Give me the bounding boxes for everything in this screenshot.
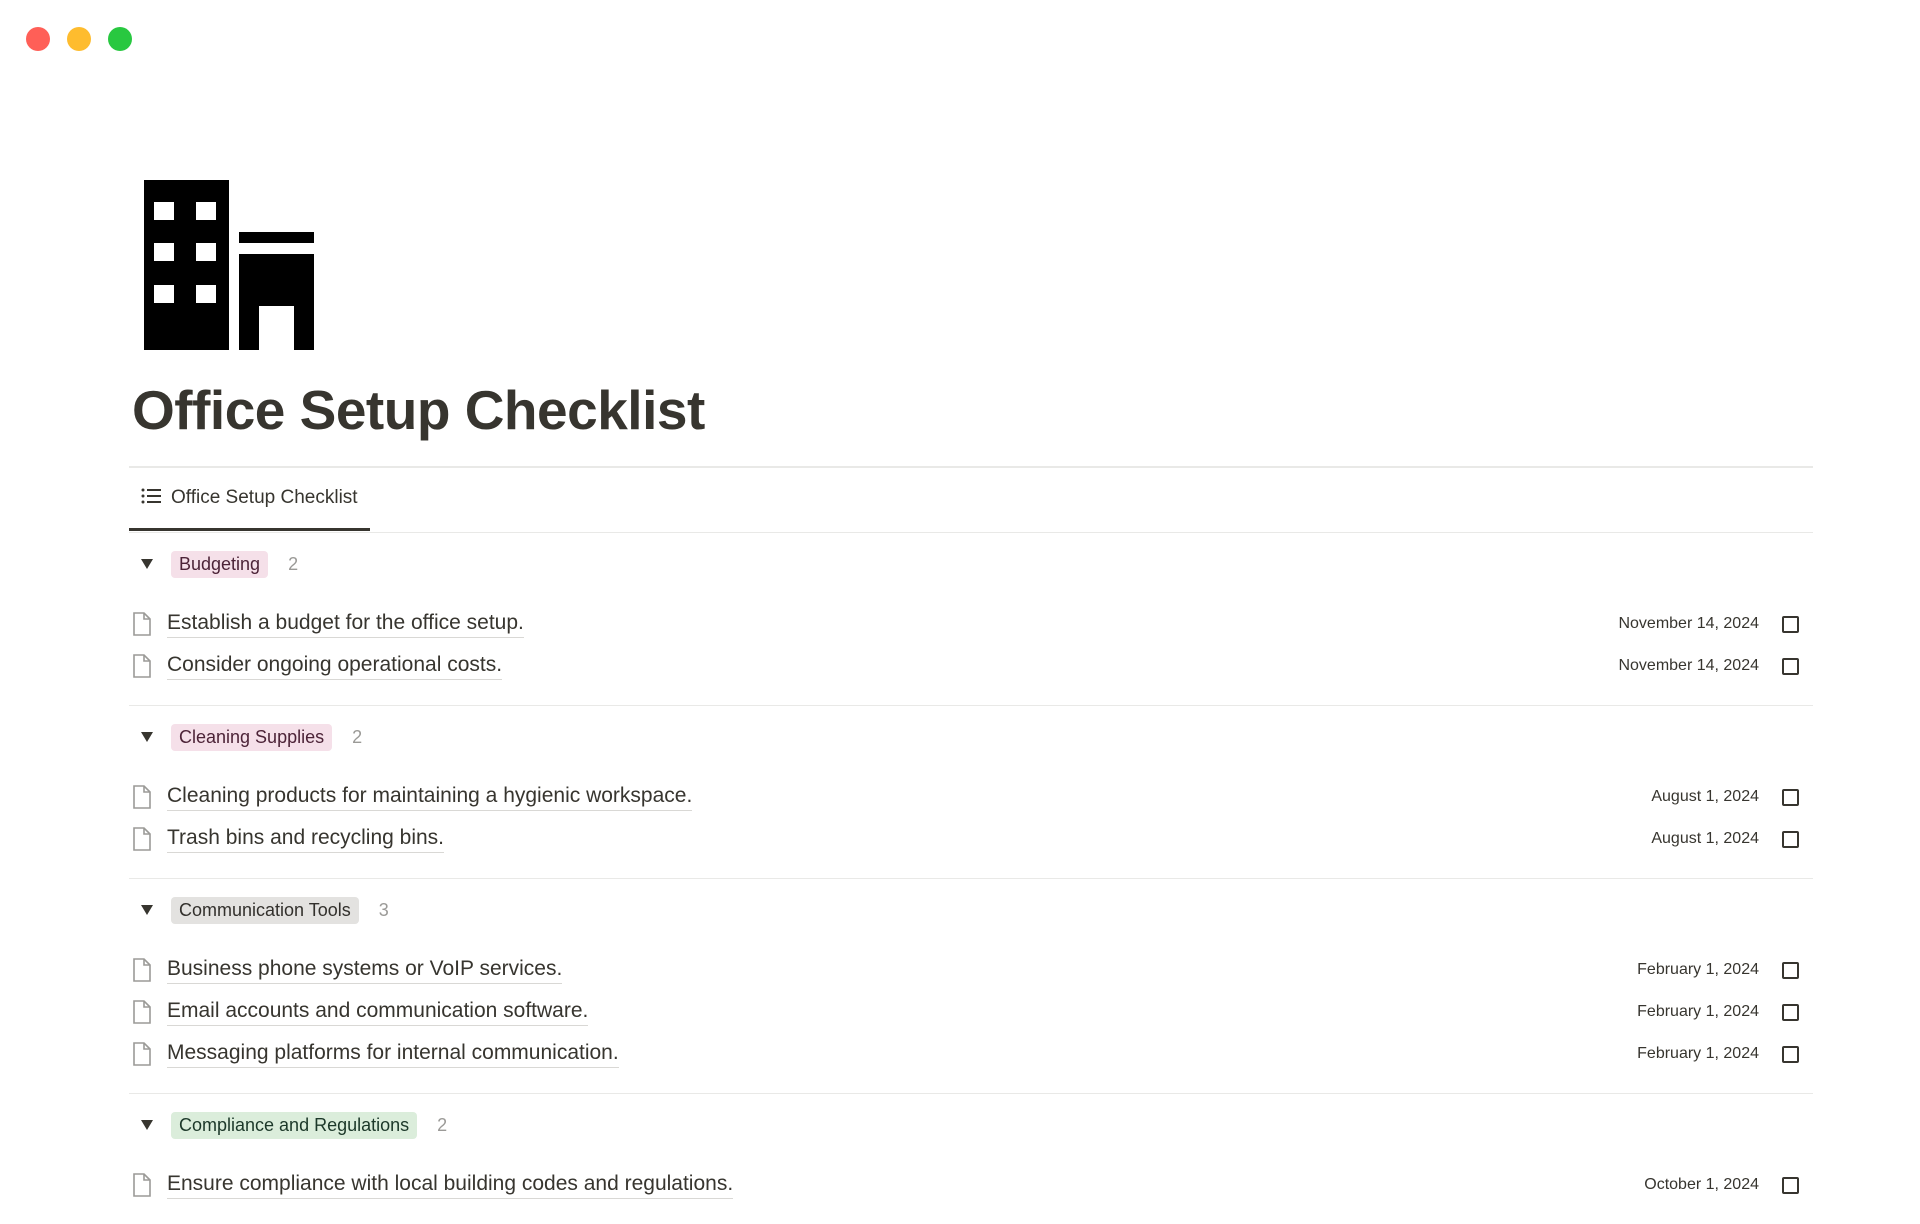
group-rows: Establish a budget for the office setup.… (129, 603, 1813, 687)
group-tag: Compliance and Regulations (171, 1111, 418, 1139)
group-count: 2 (352, 726, 363, 747)
list-item[interactable]: Email accounts and communication softwar… (129, 991, 1813, 1033)
item-title[interactable]: Email accounts and communication softwar… (167, 998, 589, 1026)
page-document-icon (132, 785, 158, 809)
view-tabs: Office Setup Checklist (129, 468, 1813, 533)
item-date: October 1, 2024 (1644, 1176, 1759, 1193)
item-checkbox[interactable] (1782, 830, 1799, 848)
group-tag: Communication Tools (171, 896, 359, 924)
group: Compliance and Regulations 2 Ensure compli… (129, 1094, 1813, 1224)
group-count: 2 (437, 1114, 448, 1135)
item-title[interactable]: Business phone systems or VoIP services. (167, 956, 563, 984)
item-date: August 1, 2024 (1651, 788, 1759, 805)
item-date: November 14, 2024 (1618, 657, 1759, 674)
group: Budgeting 2 Establish a budget for the off… (129, 533, 1813, 706)
list-icon (141, 488, 161, 509)
group-header: Communication Tools 3 (129, 879, 1813, 941)
page-document-icon (132, 827, 158, 851)
tab-label: Office Setup Checklist (171, 487, 358, 508)
page-title[interactable]: Office Setup Checklist (132, 378, 705, 442)
list-item[interactable]: Consider ongoing operational costs. Novem… (129, 645, 1813, 687)
item-title[interactable]: Establish a budget for the office setup. (167, 610, 524, 638)
item-date: February 1, 2024 (1637, 1045, 1759, 1062)
group-tag: Cleaning Supplies (171, 723, 333, 751)
item-title[interactable]: Trash bins and recycling bins. (167, 825, 445, 853)
window-controls (26, 27, 132, 51)
group-tag: Budgeting (171, 550, 269, 578)
group: Cleaning Supplies 2 Cleaning products for … (129, 706, 1813, 879)
item-date: August 1, 2024 (1651, 830, 1759, 847)
toggle-triangle-icon[interactable] (137, 727, 157, 747)
group-count: 3 (378, 899, 389, 920)
item-checkbox[interactable] (1782, 1176, 1799, 1194)
item-checkbox[interactable] (1782, 788, 1799, 806)
page-document-icon (132, 958, 158, 982)
group-header: Cleaning Supplies 2 (129, 706, 1813, 768)
list-item[interactable]: Cleaning products for maintaining a hygi… (129, 776, 1813, 818)
item-date: February 1, 2024 (1637, 1003, 1759, 1020)
close-window-button[interactable] (26, 27, 50, 51)
page-document-icon (132, 612, 158, 636)
toggle-triangle-icon[interactable] (137, 1115, 157, 1135)
item-checkbox[interactable] (1782, 961, 1799, 979)
page-document-icon (132, 1042, 158, 1066)
item-checkbox[interactable] (1782, 1045, 1799, 1063)
grouped-list: Budgeting 2 Establish a budget for the off… (129, 533, 1813, 1224)
office-building-icon[interactable] (144, 180, 314, 350)
page-document-icon (132, 1000, 158, 1024)
item-date: February 1, 2024 (1637, 961, 1759, 978)
group-header: Budgeting 2 (129, 533, 1813, 595)
item-title[interactable]: Consider ongoing operational costs. (167, 652, 503, 680)
group-header: Compliance and Regulations 2 (129, 1094, 1813, 1156)
page-document-icon (132, 654, 158, 678)
group-rows: Cleaning products for maintaining a hygi… (129, 776, 1813, 860)
list-item[interactable]: Trash bins and recycling bins. August 1, … (129, 818, 1813, 860)
item-checkbox[interactable] (1782, 615, 1799, 633)
tab-office-setup-checklist[interactable]: Office Setup Checklist (129, 468, 370, 531)
list-item[interactable]: Business phone systems or VoIP services.… (129, 949, 1813, 991)
list-item[interactable]: Messaging platforms for internal communi… (129, 1033, 1813, 1075)
group-count: 2 (288, 553, 299, 574)
item-title[interactable]: Messaging platforms for internal communi… (167, 1040, 619, 1068)
item-checkbox[interactable] (1782, 657, 1799, 675)
item-title[interactable]: Ensure compliance with local building co… (167, 1171, 734, 1199)
item-date: November 14, 2024 (1618, 615, 1759, 632)
list-item[interactable]: Establish a budget for the office setup.… (129, 603, 1813, 645)
zoom-window-button[interactable] (108, 27, 132, 51)
toggle-triangle-icon[interactable] (137, 554, 157, 574)
minimize-window-button[interactable] (67, 27, 91, 51)
item-checkbox[interactable] (1782, 1003, 1799, 1021)
item-title[interactable]: Cleaning products for maintaining a hygi… (167, 783, 693, 811)
page-document-icon (132, 1173, 158, 1197)
group: Communication Tools 3 Business phone syste… (129, 879, 1813, 1094)
toggle-triangle-icon[interactable] (137, 900, 157, 920)
group-rows: Business phone systems or VoIP services.… (129, 949, 1813, 1075)
